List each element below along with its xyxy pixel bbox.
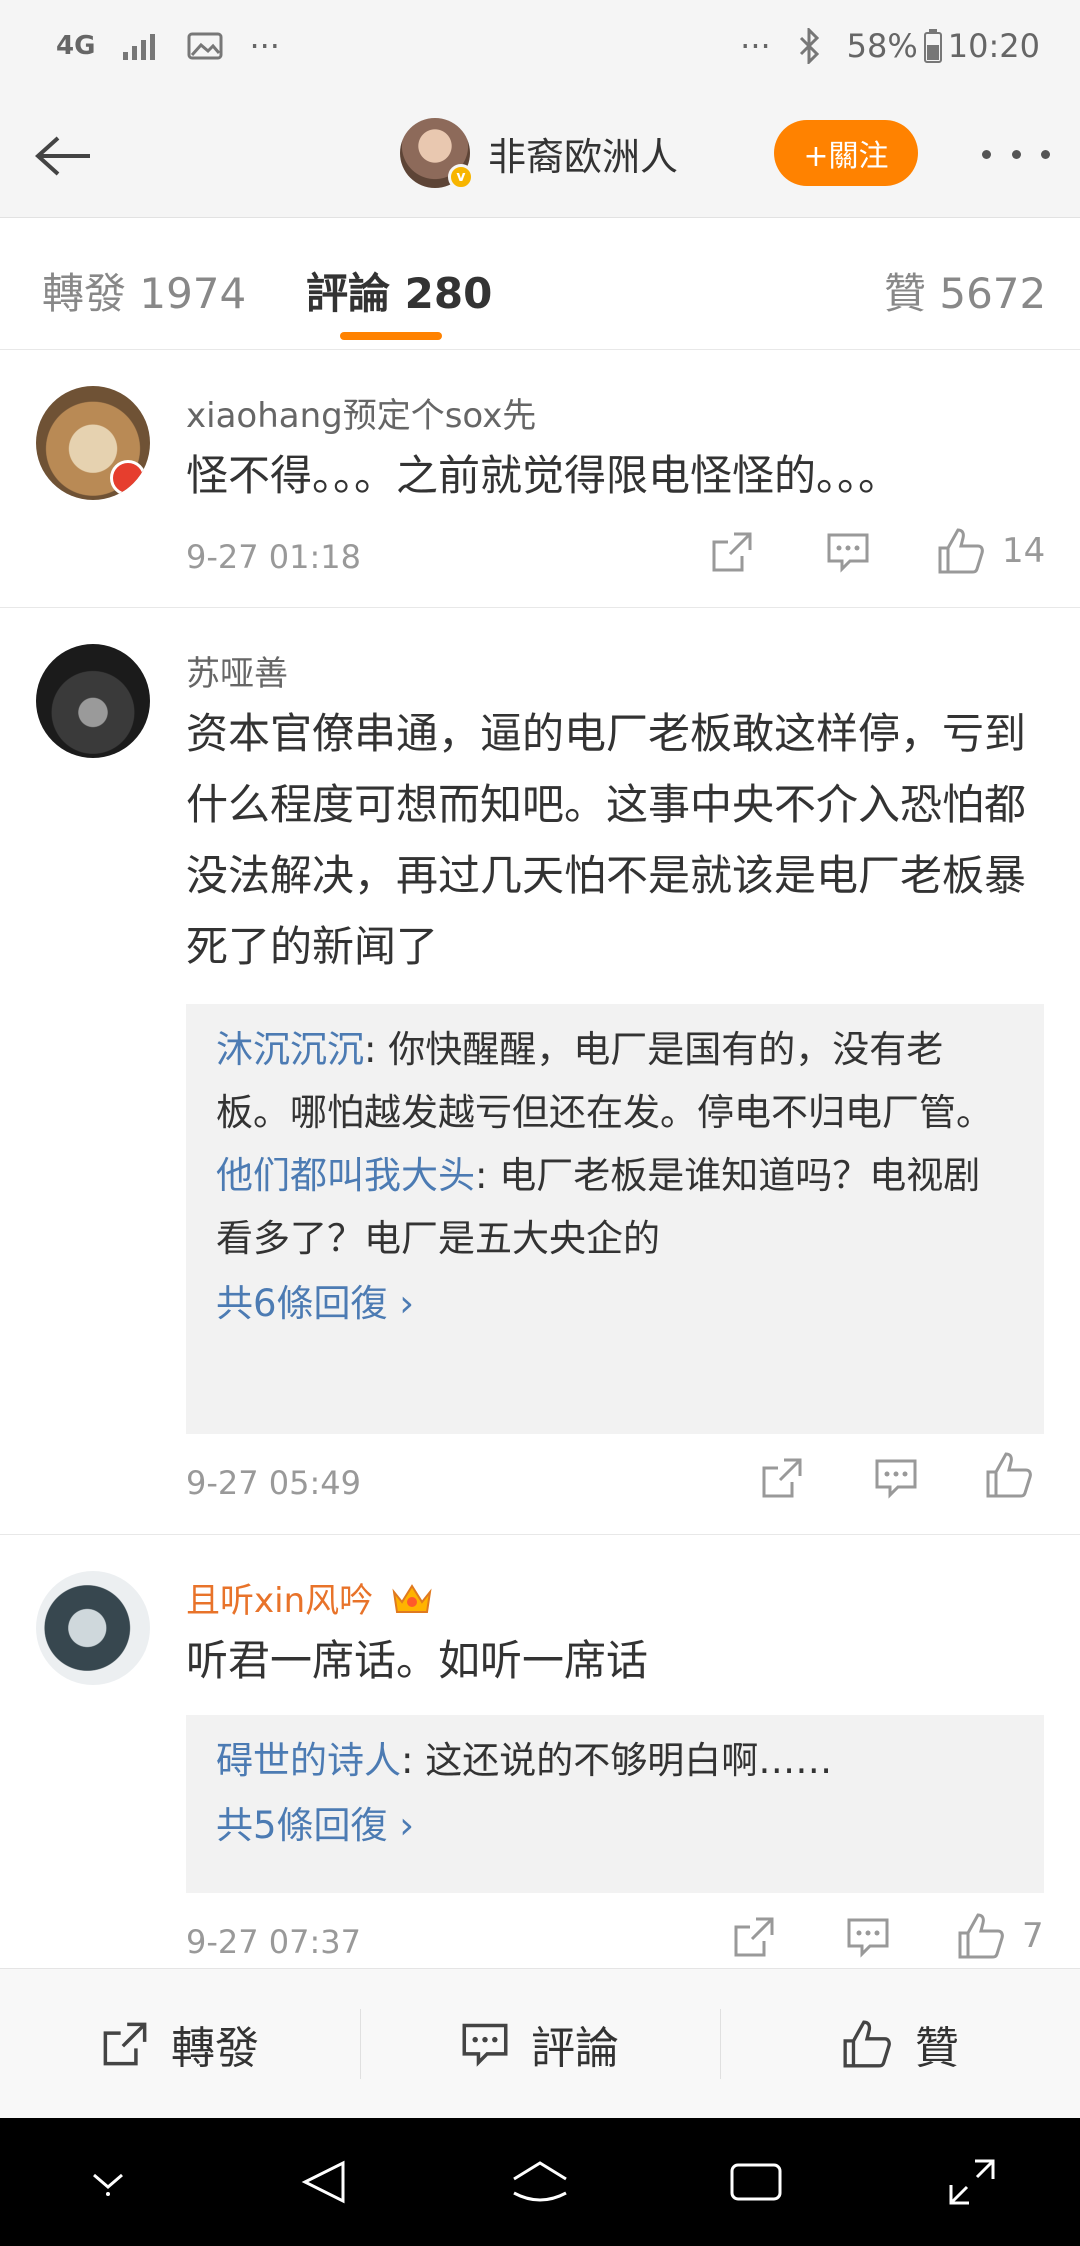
comment-username[interactable]: xiaohang预定个sox先 <box>186 388 536 437</box>
home-icon <box>513 2161 567 2202</box>
comment-icon <box>847 1918 889 1958</box>
reply-item: 他们都叫我大头: 电厂老板是谁知道吗？电视剧看多了？电厂是五大央企的 <box>216 1144 1014 1270</box>
nav-back-button[interactable] <box>264 2132 384 2232</box>
recent-apps-icon <box>730 2163 782 2201</box>
nav-expand-button[interactable] <box>912 2132 1032 2232</box>
like-toolbar-button[interactable]: 贊 <box>720 1969 1080 2118</box>
avatar[interactable] <box>36 1571 150 1685</box>
like-button[interactable]: 7 <box>956 1911 1044 1961</box>
username-text[interactable]: 且听xin风吟 <box>186 1581 373 1621</box>
thumbs-up-icon <box>843 2019 891 2068</box>
comment-text: 怪不得。。。之前就觉得限电怪怪的。。。 <box>186 451 901 500</box>
comment-item: 且听xin风吟 听君一席话。如听一席话 碍世的诗人: 这还说的不够明白啊…… 共… <box>0 1535 1080 1968</box>
avatar[interactable]: v <box>400 118 474 190</box>
battery-percent: 58% <box>846 27 918 65</box>
thumbs-up-icon <box>958 1913 1004 1959</box>
tab-repost[interactable]: 轉發 1974 <box>42 260 246 321</box>
verified-badge-icon: v <box>448 164 474 190</box>
hide-keyboard-button[interactable] <box>48 2132 168 2232</box>
crown-icon <box>392 1584 432 1613</box>
reply-button[interactable] <box>846 1915 890 1959</box>
tab-bar: 轉發 1974 評論 280 贊 5672 <box>0 218 1080 350</box>
status-bar: 4G ··· ··· 58% 10:20 <box>0 0 1080 92</box>
bottom-toolbar: 轉發 評論 贊 <box>0 1968 1080 2118</box>
reply-preview[interactable]: 碍世的诗人: 这还说的不够明白啊…… 共5條回復 › <box>186 1715 1044 1893</box>
chevron-down-icon <box>93 2173 123 2196</box>
repost-toolbar-button[interactable]: 轉發 <box>0 1969 360 2118</box>
share-icon <box>103 2022 147 2065</box>
reply-item: 碍世的诗人: 这还说的不够明白啊…… <box>216 1729 1014 1792</box>
image-icon <box>187 31 223 61</box>
repost-button[interactable] <box>732 1915 776 1959</box>
comment-text: 资本官僚串通，逼的电厂老板敢这样停，亏到什么程度可想而知吧。这事中央不介入恐怕都… <box>186 709 1027 971</box>
reply-username[interactable]: 他们都叫我大头 <box>216 1154 475 1197</box>
thumbs-up-icon <box>938 528 984 574</box>
comment-icon <box>827 533 869 573</box>
back-button[interactable] <box>24 116 104 196</box>
comment-toolbar-button[interactable]: 評論 <box>360 1969 720 2118</box>
share-icon <box>734 1917 774 1957</box>
reply-button[interactable] <box>874 1456 918 1500</box>
comment-icon <box>875 1459 917 1499</box>
comment-username[interactable]: 苏哑善 <box>186 646 288 695</box>
view-all-replies-link[interactable]: 共6條回復 › <box>216 1272 1014 1335</box>
notification-overflow-icon: ··· <box>249 27 280 65</box>
reply-button[interactable] <box>826 530 870 574</box>
dot <box>982 149 991 159</box>
share-icon <box>762 1458 802 1498</box>
nav-recents-button[interactable] <box>696 2132 816 2232</box>
system-navigation-bar <box>0 2118 1080 2246</box>
reply-preview[interactable]: 沐沉沉沉: 你快醒醒，电厂是国有的，没有老板。哪怕越发越亏但还在发。停电不归电厂… <box>186 1004 1044 1434</box>
app-header: v 非裔欧洲人 +關注 <box>0 92 1080 218</box>
more-options-button[interactable] <box>976 132 1056 176</box>
comment-label: 評論 <box>531 2022 619 2074</box>
like-label: 贊 <box>915 2022 959 2074</box>
clock: 10:20 <box>947 27 1040 65</box>
thumbs-up-icon <box>986 1452 1032 1498</box>
active-tab-indicator <box>340 332 442 340</box>
tab-likes[interactable]: 贊 5672 <box>884 260 1046 321</box>
like-count: 7 <box>1022 1916 1044 1956</box>
comment-time: 9-27 07:37 <box>186 1923 362 1961</box>
repost-button[interactable] <box>710 530 754 574</box>
follow-button[interactable]: +關注 <box>774 120 918 186</box>
expand-icon <box>949 2159 995 2205</box>
view-all-replies-link[interactable]: 共5條回復 › <box>216 1794 1014 1857</box>
comment-time: 9-27 01:18 <box>186 538 362 576</box>
like-button[interactable] <box>984 1450 1034 1500</box>
bluetooth-icon <box>797 28 821 64</box>
reply-username[interactable]: 沐沉沉沉 <box>216 1028 364 1071</box>
signal-icon <box>121 32 161 60</box>
comment-icon <box>462 2023 508 2067</box>
repost-label: 轉發 <box>171 2022 259 2074</box>
comment-item: 苏哑善 资本官僚串通，逼的电厂老板敢这样停，亏到什么程度可想而知吧。这事中央不介… <box>0 608 1080 1535</box>
nav-home-button[interactable] <box>480 2132 600 2232</box>
avatar[interactable] <box>36 644 150 758</box>
like-button[interactable]: 14 <box>936 526 1045 576</box>
triangle-back-icon <box>301 2160 345 2204</box>
repost-button[interactable] <box>760 1456 804 1500</box>
battery-icon <box>923 29 942 63</box>
comment-text: 听君一席话。如听一席话 <box>186 1636 649 1685</box>
post-author[interactable]: v 非裔欧洲人 <box>400 118 678 190</box>
reply-username[interactable]: 碍世的诗人 <box>216 1739 401 1782</box>
comment-item: xiaohang预定个sox先 怪不得。。。之前就觉得限电怪怪的。。。 9-27… <box>0 350 1080 608</box>
dot <box>1011 149 1021 159</box>
comment-time: 9-27 05:49 <box>186 1464 362 1502</box>
status-overflow-icon: ··· <box>740 27 771 65</box>
tab-comments[interactable]: 評論 280 <box>306 260 492 321</box>
avatar[interactable] <box>36 386 150 500</box>
share-icon <box>712 532 752 572</box>
like-count: 14 <box>1002 531 1046 571</box>
dot <box>1041 149 1050 159</box>
arrow-left-icon <box>35 136 90 176</box>
vip-badge-icon <box>110 460 146 496</box>
comment-username[interactable]: 且听xin风吟 <box>186 1573 434 1622</box>
reply-item: 沐沉沉沉: 你快醒醒，电厂是国有的，没有老板。哪怕越发越亏但还在发。停电不归电厂… <box>216 1018 1014 1144</box>
reply-text: : 这还说的不够明白啊…… <box>401 1739 833 1782</box>
network-4g-icon: 4G <box>56 31 96 61</box>
author-name[interactable]: 非裔欧洲人 <box>488 126 678 181</box>
